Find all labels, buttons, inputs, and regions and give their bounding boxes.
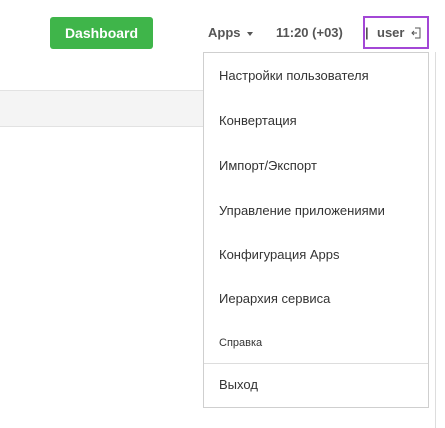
content-strip <box>0 90 204 127</box>
apps-menu-label: Apps <box>208 25 241 40</box>
caret-down-icon <box>246 31 253 36</box>
logout-icon[interactable] <box>411 27 421 39</box>
menu-item-help[interactable]: Справка <box>219 335 262 351</box>
user-menu-toggle[interactable]: user <box>377 24 404 42</box>
menu-item-import-export[interactable]: Импорт/Экспорт <box>219 158 317 174</box>
menu-item-service-hierarchy[interactable]: Иерархия сервиса <box>219 291 330 307</box>
dashboard-button[interactable]: Dashboard <box>50 17 153 49</box>
menu-item-logout[interactable]: Выход <box>219 377 258 393</box>
menu-item-conversion[interactable]: Конвертация <box>219 113 297 129</box>
menu-item-user-settings[interactable]: Настройки пользователя <box>219 68 369 84</box>
apps-menu-toggle[interactable]: Apps <box>208 24 253 42</box>
user-dropdown-menu: Настройки пользователя Конвертация Импор… <box>203 52 429 408</box>
menu-item-apps-config[interactable]: Конфигурация Apps <box>219 247 340 263</box>
menu-divider <box>204 363 428 364</box>
page: Dashboard Apps 11:20 (+03) | user Настро… <box>0 0 445 428</box>
vertical-divider <box>435 52 436 428</box>
clock-readout: 11:20 (+03) <box>276 25 343 40</box>
menu-item-app-management[interactable]: Управление приложениями <box>219 203 385 219</box>
nav-separator: | <box>365 25 369 40</box>
